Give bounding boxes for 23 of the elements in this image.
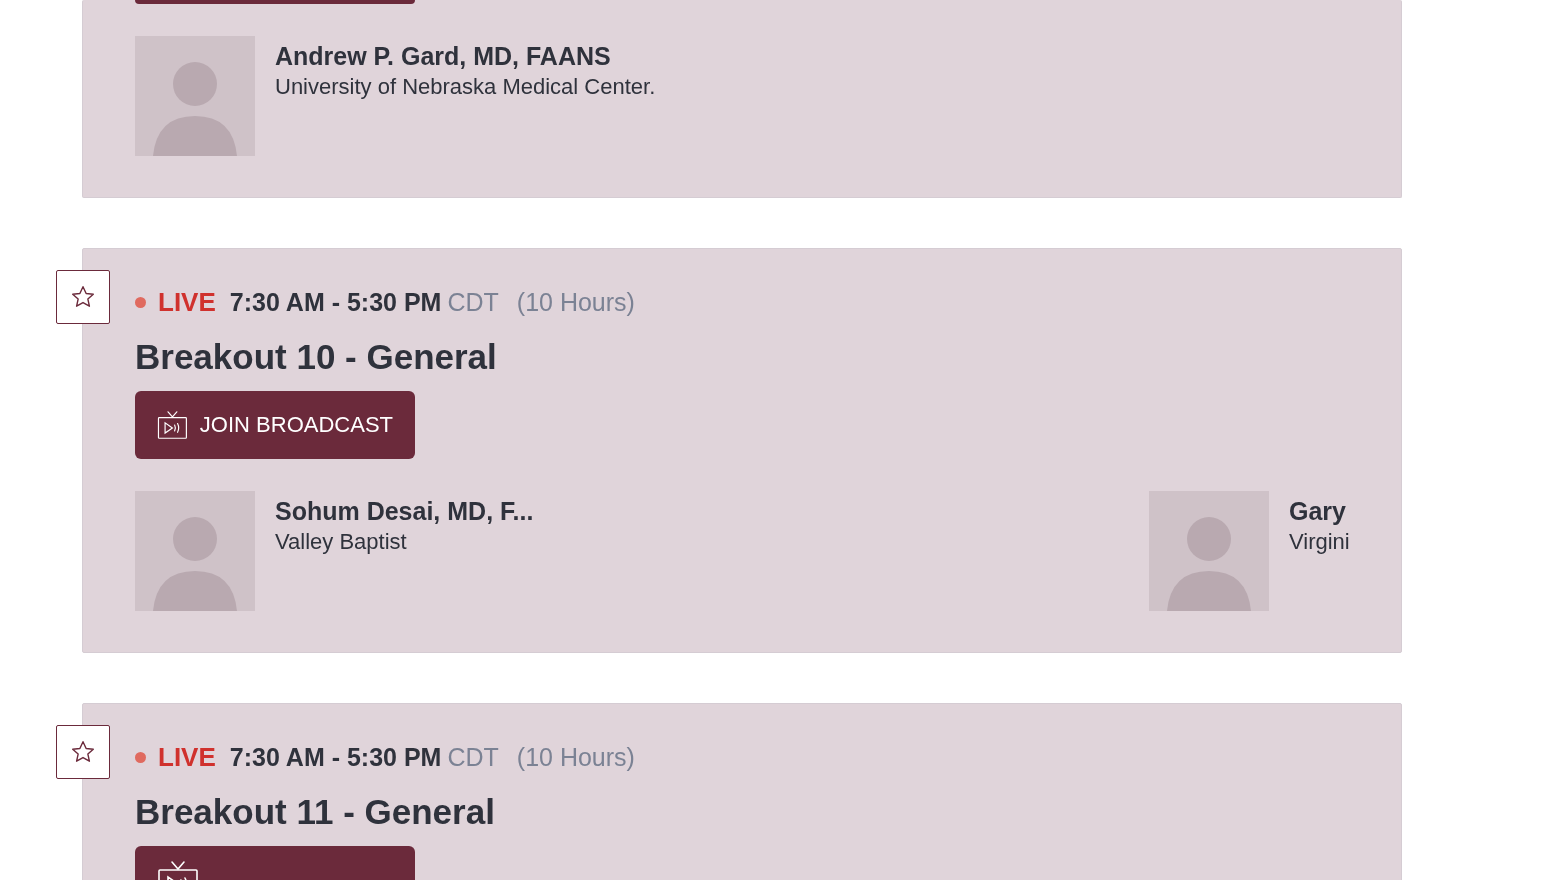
speaker-name: Andrew P. Gard, MD, FAANS [275, 41, 612, 72]
session-time: 7:30 AM - 5:30 PM [229, 742, 442, 772]
live-label: LIVE [158, 286, 216, 318]
live-label: LIVE [158, 741, 216, 773]
favorite-button[interactable] [56, 270, 110, 324]
live-dot [135, 751, 146, 763]
join-broadcast-button[interactable]: JOIN BROADCAST [135, 391, 415, 459]
speaker-affiliation: Valley Baptist [275, 528, 408, 556]
speaker-affiliation: University of Nebraska Medical Center. [275, 73, 656, 101]
timezone: CDT [447, 742, 499, 772]
speaker-affiliation: Virgini [1289, 528, 1350, 556]
star-icon [70, 739, 96, 765]
star-icon [70, 284, 96, 310]
session-duration: (10 Hours) [516, 742, 635, 772]
session-title: Breakout 10 - General [135, 337, 498, 377]
speaker-name: Gary [1289, 496, 1347, 527]
timezone: CDT [447, 287, 499, 317]
live-dot [135, 296, 146, 308]
session-duration: (10 Hours) [516, 287, 635, 317]
session-title: Breakout 11 - General [135, 792, 496, 832]
favorite-button[interactable] [56, 725, 110, 779]
session-time: 7:30 AM - 5:30 PM [229, 287, 442, 317]
speaker-name: Sohum Desai, MD, F... [275, 496, 534, 527]
